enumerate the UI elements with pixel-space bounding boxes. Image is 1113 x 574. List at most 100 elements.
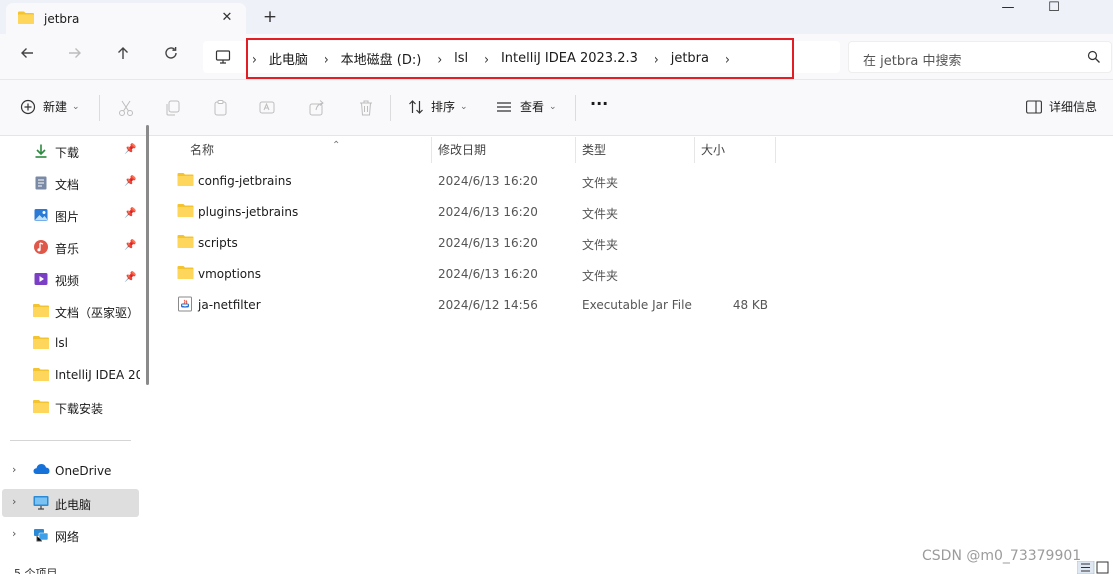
chevron-right-icon[interactable]: ›	[12, 527, 16, 540]
pc-icon	[215, 49, 231, 68]
forward-button[interactable]	[63, 45, 87, 69]
sidebar-item-label: 文档（巫家驱）	[55, 306, 140, 320]
folder-icon	[177, 265, 194, 282]
file-size: 48 KB	[732, 298, 768, 312]
sidebar-item-label: IntelliJ IDEA 20	[55, 368, 140, 382]
breadcrumb-separator[interactable]: ›	[324, 50, 329, 67]
sidebar-item-label: 网络	[55, 530, 80, 544]
pin-icon: 📌	[124, 272, 137, 283]
details-pane-button[interactable]: 详细信息	[1026, 98, 1097, 115]
refresh-icon	[165, 47, 177, 59]
command-bar: 新建 ⌄ 排序 ⌄ 查看 ⌄ ··· 详细信息	[0, 80, 1113, 136]
folder-icon	[18, 11, 34, 27]
table-row[interactable]: vmoptions 2024/6/13 16:20 文件夹	[155, 261, 1113, 289]
view-button[interactable]: 查看 ⌄	[496, 98, 557, 115]
sidebar-item-onedrive[interactable]: › OneDrive	[0, 457, 145, 485]
file-type: 文件夹	[582, 176, 619, 190]
pc-icon	[33, 495, 49, 513]
folder-icon	[33, 303, 49, 320]
breadcrumb-lsl[interactable]: lsl	[454, 51, 468, 66]
arrow-up-icon	[118, 47, 128, 59]
table-row[interactable]: ja-netfilter 2024/6/12 14:56 Executable …	[155, 292, 1113, 320]
folder-icon	[177, 234, 194, 251]
breadcrumb-separator[interactable]: ›	[725, 50, 730, 67]
sidebar-item-folder[interactable]: 文档（巫家驱）	[0, 297, 145, 325]
sort-button[interactable]: 排序 ⌄	[408, 98, 468, 115]
file-name: plugins-jetbrains	[198, 205, 299, 219]
breadcrumb-this-pc[interactable]: 此电脑	[269, 49, 308, 68]
pin-icon: 📌	[124, 240, 137, 251]
plus-circle-icon	[20, 99, 36, 114]
refresh-button[interactable]	[159, 45, 183, 69]
sidebar-item-videos[interactable]: 视频 📌	[0, 265, 145, 293]
delete-icon[interactable]	[356, 98, 376, 118]
breadcrumb-separator[interactable]: ›	[484, 50, 489, 67]
column-header-type[interactable]: 类型	[576, 137, 695, 163]
folder-icon	[33, 335, 49, 352]
breadcrumb-separator[interactable]: ›	[252, 50, 257, 67]
file-type: 文件夹	[582, 269, 619, 283]
new-button[interactable]: 新建 ⌄	[20, 98, 80, 115]
file-type: 文件夹	[582, 238, 619, 252]
search-placeholder: 在 jetbra 中搜索	[863, 54, 962, 69]
music-icon	[33, 239, 49, 258]
chevron-down-icon: ⌄	[72, 101, 80, 112]
sidebar-item-folder[interactable]: lsl	[0, 329, 145, 357]
file-modified: 2024/6/13 16:20	[438, 236, 538, 250]
sidebar-item-label: 下载安装	[55, 402, 104, 416]
sidebar-item-network[interactable]: › 网络	[0, 521, 145, 549]
details-pane-icon	[1026, 99, 1042, 114]
breadcrumb-jetbra[interactable]: jetbra	[671, 51, 709, 66]
close-tab-icon[interactable]: ✕	[220, 11, 234, 25]
sidebar-item-folder[interactable]: 下载安装	[0, 393, 145, 421]
tab-title: jetbra	[44, 11, 80, 26]
picture-icon	[33, 207, 49, 226]
new-tab-button[interactable]: +	[260, 8, 280, 28]
breadcrumb-separator[interactable]: ›	[437, 50, 442, 67]
column-header-name[interactable]: 名称 ⌃	[184, 137, 432, 163]
column-header-label: 类型	[582, 143, 607, 157]
column-header-label: 修改日期	[438, 143, 487, 157]
sidebar-item-music[interactable]: 音乐 📌	[0, 233, 145, 261]
chevron-down-icon: ⌄	[549, 101, 557, 112]
paste-icon[interactable]	[211, 98, 231, 118]
pin-icon: 📌	[124, 208, 137, 219]
sidebar-item-label: lsl	[55, 336, 68, 350]
table-row[interactable]: plugins-jetbrains 2024/6/13 16:20 文件夹	[155, 199, 1113, 227]
maximize-button[interactable]: ☐	[1031, 0, 1077, 18]
table-row[interactable]: scripts 2024/6/13 16:20 文件夹	[155, 230, 1113, 258]
video-icon	[33, 271, 49, 290]
column-header-size[interactable]: 大小	[695, 137, 776, 163]
divider	[575, 95, 576, 121]
minimize-button[interactable]: —	[985, 0, 1031, 18]
share-icon[interactable]	[307, 98, 327, 118]
sidebar-item-this-pc[interactable]: › 此电脑	[2, 489, 139, 517]
breadcrumb-intellij[interactable]: IntelliJ IDEA 2023.2.3	[501, 51, 638, 66]
breadcrumb-local-disk[interactable]: 本地磁盘 (D:)	[341, 49, 422, 68]
table-row[interactable]: config-jetbrains 2024/6/13 16:20 文件夹	[155, 168, 1113, 196]
tab-jetbra[interactable]: jetbra ✕	[6, 3, 246, 34]
column-header-modified[interactable]: 修改日期	[432, 137, 576, 163]
chevron-right-icon[interactable]: ›	[12, 495, 16, 508]
pin-icon: 📌	[124, 176, 137, 187]
file-modified: 2024/6/13 16:20	[438, 205, 538, 219]
sidebar-item-pictures[interactable]: 图片 📌	[0, 201, 145, 229]
chevron-right-icon[interactable]: ›	[12, 463, 16, 476]
breadcrumb-separator[interactable]: ›	[654, 50, 659, 67]
watermark: CSDN @m0_73379901	[922, 548, 1082, 564]
more-options-button[interactable]: ···	[590, 94, 608, 113]
view-toggle[interactable]	[1076, 560, 1113, 574]
file-name: vmoptions	[198, 267, 261, 281]
sidebar-item-downloads[interactable]: 下载 📌	[0, 137, 145, 165]
up-button[interactable]	[111, 45, 135, 69]
rename-icon[interactable]	[258, 98, 278, 118]
copy-icon[interactable]	[163, 98, 183, 118]
divider	[390, 95, 391, 121]
sidebar-item-folder[interactable]: IntelliJ IDEA 20	[0, 361, 145, 389]
search-box[interactable]: 在 jetbra 中搜索	[848, 41, 1112, 73]
cut-icon[interactable]	[116, 98, 136, 118]
sidebar-scrollbar[interactable]	[146, 125, 149, 385]
back-button[interactable]	[15, 45, 39, 69]
view-list-icon	[497, 101, 511, 112]
sidebar-item-documents[interactable]: 文档 📌	[0, 169, 145, 197]
